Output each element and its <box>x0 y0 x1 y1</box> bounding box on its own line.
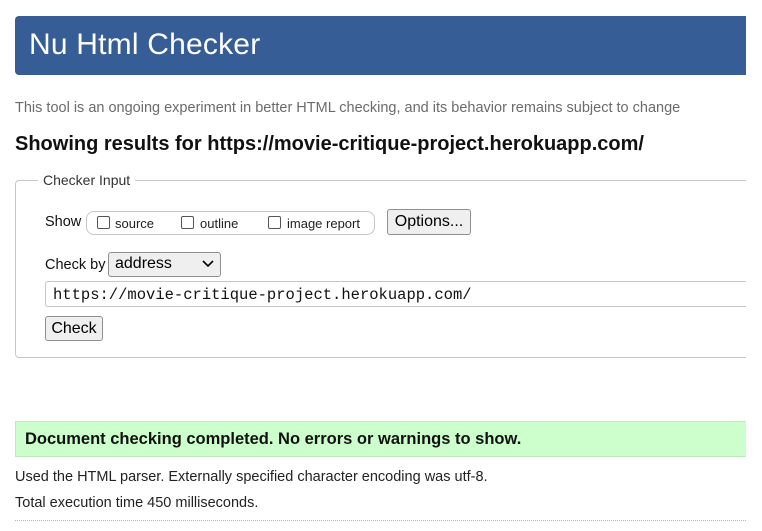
execution-time: Total execution time 450 milliseconds. <box>15 495 259 511</box>
outline-checkbox[interactable] <box>181 216 194 229</box>
check-by-select-value: address <box>115 255 172 272</box>
divider <box>15 520 746 521</box>
show-options-group: source outline image report <box>86 211 375 235</box>
show-label: Show <box>45 214 82 230</box>
success-banner: Document checking completed. No errors o… <box>15 421 746 457</box>
check-button[interactable]: Check <box>45 316 103 341</box>
page-title: Nu Html Checker <box>29 28 261 61</box>
check-by-select[interactable]: address <box>108 252 221 277</box>
parser-info: Used the HTML parser. Externally specifi… <box>15 469 488 485</box>
url-input[interactable]: https://movie-critique-project.herokuapp… <box>45 281 746 307</box>
success-message: Document checking completed. No errors o… <box>25 430 522 448</box>
image-report-checkbox-label[interactable]: image report <box>287 216 360 231</box>
outline-checkbox-label[interactable]: outline <box>200 216 238 231</box>
header-banner: Nu Html Checker <box>15 16 746 75</box>
intro-text: This tool is an ongoing experiment in be… <box>15 100 681 116</box>
source-checkbox-label[interactable]: source <box>115 216 154 231</box>
checker-input-legend: Checker Input <box>43 172 131 188</box>
options-button[interactable]: Options... <box>387 209 471 235</box>
url-input-value: https://movie-critique-project.herokuapp… <box>53 286 472 304</box>
check-by-label: Check by <box>45 257 106 273</box>
chevron-down-icon <box>202 260 214 268</box>
results-heading: Showing results for https://movie-critiq… <box>15 133 644 155</box>
image-report-checkbox[interactable] <box>268 216 281 229</box>
source-checkbox[interactable] <box>97 216 110 229</box>
